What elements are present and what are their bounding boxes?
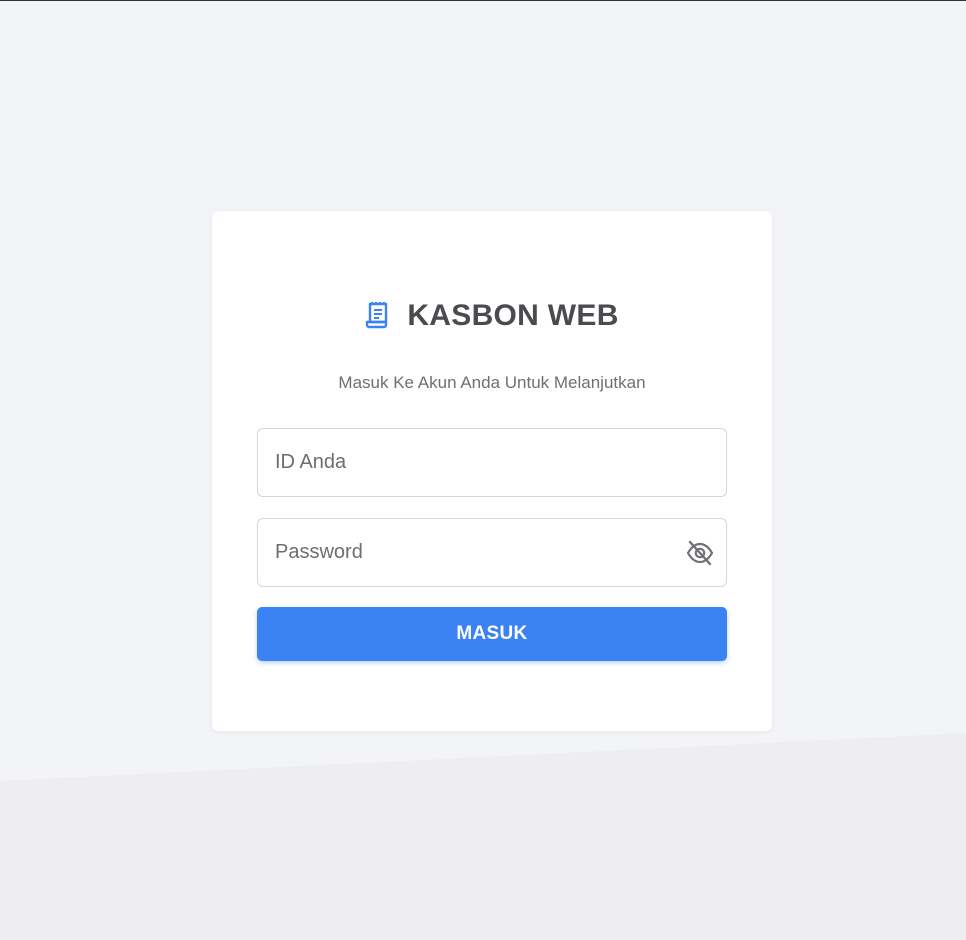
login-card: KASBON WEB Masuk Ke Akun Anda Untuk Mela…: [212, 211, 772, 731]
id-input[interactable]: [275, 429, 675, 496]
password-field-container: [257, 518, 727, 587]
password-input[interactable]: [275, 519, 675, 586]
login-subtitle: Masuk Ke Akun Anda Untuk Melanjutkan: [338, 373, 646, 392]
login-button[interactable]: MASUK: [257, 607, 727, 661]
brand-header: KASBON WEB: [212, 299, 772, 333]
eye-off-icon[interactable]: [686, 540, 714, 566]
app-title: KASBON WEB: [407, 299, 619, 332]
id-field-container: [257, 428, 727, 497]
receipt-icon: [365, 301, 391, 330]
